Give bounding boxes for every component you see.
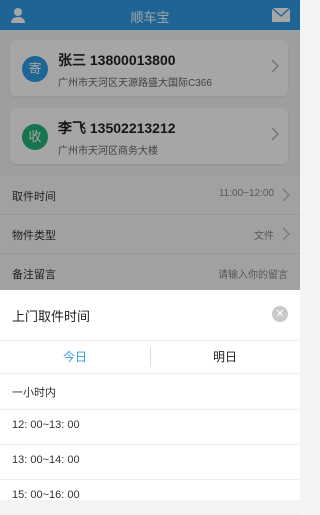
time-slot-item[interactable]: 12: 00~13: 00 bbox=[0, 408, 300, 445]
time-slot-item[interactable]: 15: 00~16: 00 bbox=[0, 478, 300, 515]
close-icon[interactable]: ✕ bbox=[272, 306, 288, 322]
time-slot-label: 一小时内 bbox=[12, 387, 56, 399]
time-slot-item[interactable]: 一小时内 bbox=[0, 373, 300, 410]
tab-tomorrow[interactable]: 明日 bbox=[150, 341, 300, 373]
time-slot-label: 12: 00~13: 00 bbox=[12, 419, 80, 431]
tab-today[interactable]: 今日 bbox=[0, 341, 150, 373]
pickup-time-sheet: 上门取件时间 ✕ 今日 明日 一小时内 12: 00~13: 00 13: 00… bbox=[0, 290, 300, 515]
sheet-title: 上门取件时间 bbox=[12, 309, 91, 324]
time-slot-label: 13: 00~14: 00 bbox=[12, 454, 80, 466]
day-tabs: 今日 明日 bbox=[0, 340, 300, 374]
time-slot-label: 15: 00~16: 00 bbox=[12, 489, 80, 501]
time-slot-item[interactable]: 13: 00~14: 00 bbox=[0, 443, 300, 480]
